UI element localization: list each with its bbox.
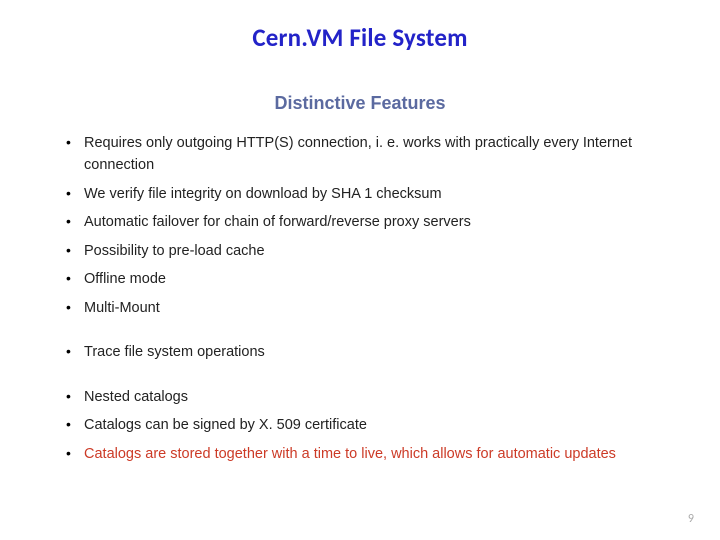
list-item: Catalogs can be signed by X. 509 certifi… bbox=[66, 414, 690, 436]
list-item: We verify file integrity on download by … bbox=[66, 183, 690, 205]
slide: Cern.VM File System Distinctive Features… bbox=[0, 0, 720, 540]
section-subtitle: Distinctive Features bbox=[30, 93, 690, 114]
list-item-highlight: Catalogs are stored together with a time… bbox=[66, 443, 690, 465]
list-item: Possibility to pre-load cache bbox=[66, 240, 690, 262]
list-item: Offline mode bbox=[66, 268, 690, 290]
feature-list: Requires only outgoing HTTP(S) connectio… bbox=[30, 132, 690, 465]
page-number: 9 bbox=[688, 512, 694, 526]
list-item: Trace file system operations bbox=[66, 341, 690, 363]
list-item: Requires only outgoing HTTP(S) connectio… bbox=[66, 132, 690, 177]
list-item: Nested catalogs bbox=[66, 386, 690, 408]
list-item: Automatic failover for chain of forward/… bbox=[66, 211, 690, 233]
page-title: Cern.VM File System bbox=[30, 22, 690, 53]
list-item: Multi-Mount bbox=[66, 297, 690, 319]
